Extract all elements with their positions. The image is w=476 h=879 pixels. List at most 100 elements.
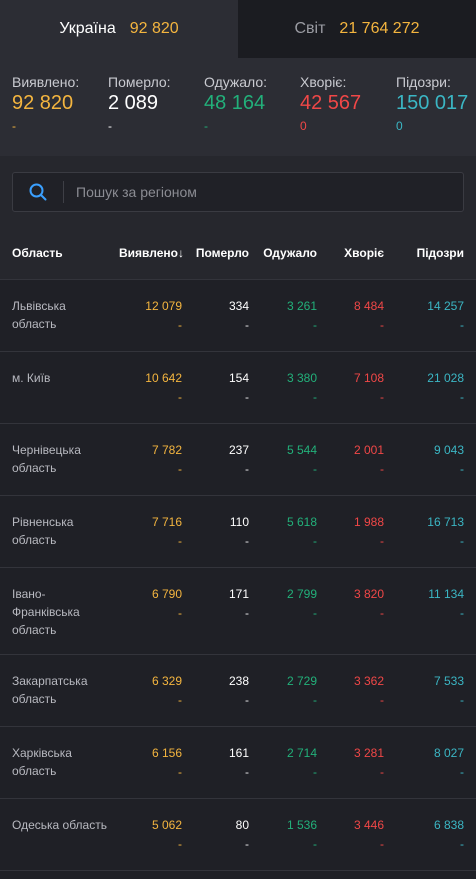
stat-died-delta: - xyxy=(108,119,112,133)
search-box xyxy=(12,172,464,212)
table-row[interactable]: Одеська область 5 062 80 1 536 3 446 6 8… xyxy=(0,799,476,871)
row-suspected: 21 028 xyxy=(427,371,464,385)
region-line: область xyxy=(12,533,57,547)
row-recovered: 5 544 xyxy=(286,443,317,457)
row-region-name: м. Київ xyxy=(12,369,112,387)
row-died-delta: - xyxy=(245,693,249,707)
row-sick: 3 362 xyxy=(353,674,384,688)
table-row[interactable]: Львівська область 12 079 334 3 261 8 484 … xyxy=(0,280,476,352)
row-region-name: Харківська область xyxy=(12,744,112,780)
header-detected[interactable]: Виявлено↓ xyxy=(119,246,184,260)
row-detected-delta: - xyxy=(178,606,182,620)
row-detected-delta: - xyxy=(178,837,182,851)
stat-recovered-value: 48 164 xyxy=(204,92,266,114)
row-suspected-delta: - xyxy=(460,390,464,404)
row-sick-delta: - xyxy=(380,390,384,404)
stat-suspected-value: 150 017 xyxy=(396,92,469,114)
stat-recovered-delta: - xyxy=(204,119,208,133)
row-detected: 12 079 xyxy=(145,299,182,313)
row-suspected: 14 257 xyxy=(427,299,464,313)
row-suspected-delta: - xyxy=(460,462,464,476)
stat-detected-delta: - xyxy=(12,119,16,133)
row-detected: 6 156 xyxy=(151,746,182,760)
row-suspected-delta: - xyxy=(460,693,464,707)
row-sick-delta: - xyxy=(380,534,384,548)
row-detected: 7 716 xyxy=(151,515,182,529)
row-region-name: Одеська область xyxy=(12,816,132,834)
stat-recovered-label: Одужало: xyxy=(204,74,268,90)
row-suspected: 7 533 xyxy=(433,674,464,688)
row-detected: 6 790 xyxy=(151,587,182,601)
row-detected-delta: - xyxy=(178,318,182,332)
row-sick: 2 001 xyxy=(353,443,384,457)
row-recovered-delta: - xyxy=(313,765,317,779)
row-recovered-delta: - xyxy=(313,534,317,548)
row-detected-delta: - xyxy=(178,390,182,404)
table-row[interactable]: Чернівецька область 7 782 237 5 544 2 001… xyxy=(0,424,476,496)
table-row[interactable]: м. Київ 10 642 154 3 380 7 108 21 028 - … xyxy=(0,352,476,424)
tab-ukraine-label: Україна xyxy=(59,20,116,37)
row-detected: 5 062 xyxy=(151,818,182,832)
table-header: Область Виявлено↓ Померло Одужало Хворіє… xyxy=(0,218,476,280)
row-recovered-delta: - xyxy=(313,606,317,620)
table-row[interactable]: Рівненська область 7 716 110 5 618 1 988 … xyxy=(0,496,476,568)
row-suspected-delta: - xyxy=(460,318,464,332)
row-recovered: 3 380 xyxy=(286,371,317,385)
header-recovered[interactable]: Одужало xyxy=(263,246,317,260)
tab-ukraine[interactable]: Україна 92 820 xyxy=(0,0,238,58)
stat-detected: Виявлено: 92 820 - xyxy=(12,74,108,156)
row-recovered: 2 714 xyxy=(286,746,317,760)
stat-sick-delta: 0 xyxy=(300,119,307,133)
search-icon[interactable] xyxy=(13,183,63,201)
row-died: 80 xyxy=(235,818,249,832)
tab-ukraine-value: 92 820 xyxy=(129,20,179,37)
row-region-name: Львівська область xyxy=(12,297,112,333)
row-sick-delta: - xyxy=(380,837,384,851)
stat-sick: Хворіє: 42 567 0 xyxy=(300,74,396,156)
row-recovered: 1 536 xyxy=(286,818,317,832)
region-line: Чернівецька xyxy=(12,443,81,457)
row-recovered-delta: - xyxy=(313,693,317,707)
row-sick-delta: - xyxy=(380,462,384,476)
row-died-delta: - xyxy=(245,765,249,779)
row-died: 237 xyxy=(228,443,249,457)
region-table-body: Львівська область 12 079 334 3 261 8 484 … xyxy=(0,280,476,871)
region-line: Одеська область xyxy=(12,818,107,832)
stat-died-value: 2 089 xyxy=(108,92,159,114)
row-region-name: Чернівецька область xyxy=(12,441,112,477)
tab-world-label: Світ xyxy=(294,20,326,37)
table-row[interactable]: Харківська область 6 156 161 2 714 3 281 … xyxy=(0,727,476,799)
stat-recovered: Одужало: 48 164 - xyxy=(204,74,300,156)
search-input[interactable] xyxy=(64,183,463,201)
region-line: область xyxy=(12,461,57,475)
tab-world[interactable]: Світ 21 764 272 xyxy=(238,0,476,58)
table-row[interactable]: Закарпатська область 6 329 238 2 729 3 36… xyxy=(0,655,476,727)
region-line: м. Київ xyxy=(12,371,51,385)
header-region[interactable]: Область xyxy=(12,246,112,260)
row-sick: 1 988 xyxy=(353,515,384,529)
stat-detected-value: 92 820 xyxy=(12,92,74,114)
row-region-name: Рівненська область xyxy=(12,513,112,549)
region-line: область xyxy=(12,317,57,331)
tab-world-value: 21 764 272 xyxy=(339,20,420,37)
row-died: 238 xyxy=(228,674,249,688)
row-suspected: 8 027 xyxy=(433,746,464,760)
row-sick: 3 820 xyxy=(353,587,384,601)
region-line: Закарпатська xyxy=(12,674,88,688)
row-detected-delta: - xyxy=(178,693,182,707)
stat-suspected-delta: 0 xyxy=(396,119,403,133)
header-suspected[interactable]: Підозри xyxy=(417,246,464,260)
region-line: Франківська xyxy=(12,605,80,619)
row-recovered-delta: - xyxy=(313,462,317,476)
region-line: область xyxy=(12,764,57,778)
row-sick-delta: - xyxy=(380,606,384,620)
row-died: 161 xyxy=(228,746,249,760)
row-died-delta: - xyxy=(245,390,249,404)
stat-suspected-label: Підозри: xyxy=(396,74,451,90)
header-died[interactable]: Померло xyxy=(196,246,249,260)
stat-suspected: Підозри: 150 017 0 xyxy=(396,74,476,156)
row-died: 110 xyxy=(229,515,249,529)
header-sick[interactable]: Хворіє xyxy=(344,246,384,260)
table-row[interactable]: Івано- Франківська область 6 790 171 2 799… xyxy=(0,568,476,655)
row-sick-delta: - xyxy=(380,693,384,707)
